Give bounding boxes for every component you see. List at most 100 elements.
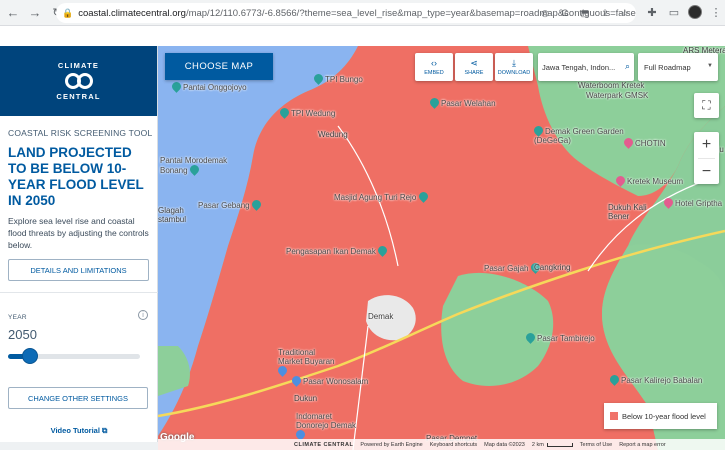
download-button[interactable]: ⤓ DOWNLOAD xyxy=(495,53,533,81)
place-demak-green-garden[interactable]: Demak Green Garden (DeGeGa) xyxy=(532,124,624,145)
external-link-icon: ⧉ xyxy=(102,426,108,435)
choose-map-button[interactable]: CHOOSE MAP xyxy=(165,53,273,80)
place-dukuh-kali-bener: Dukuh Kali Bener xyxy=(608,203,647,221)
zoom-in-button[interactable]: + xyxy=(694,132,719,158)
place-pantai-morodemak[interactable]: Pantai Morodemak Bonang xyxy=(160,156,250,176)
market-pin-icon xyxy=(276,364,289,377)
market-pin-icon xyxy=(608,373,621,386)
browser-toolbar: ← → ↻ 🔒 coastal.climatecentral.org/map/1… xyxy=(0,0,725,26)
tool-label: COASTAL RISK SCREENING TOOL xyxy=(8,128,153,138)
code-icon: ‹› xyxy=(431,58,437,68)
museum-pin-icon xyxy=(614,174,627,187)
profile-avatar[interactable] xyxy=(688,5,702,19)
powered-by: Powered by Earth Engine xyxy=(360,441,423,448)
description: Explore sea level rise and coastal flood… xyxy=(8,216,149,250)
scale-bar xyxy=(546,442,573,447)
place-hotel-griptha[interactable]: Hotel Griptha xyxy=(662,196,722,209)
year-label: YEAR xyxy=(8,314,27,321)
place-pasar-wonosalam[interactable]: Pasar Wonosalam xyxy=(290,374,368,387)
place-waterboom-kretek: Waterboom Kretek xyxy=(578,81,645,90)
details-limitations-button[interactable]: DETAILS AND LIMITATIONS xyxy=(8,259,149,281)
shop-pin-icon xyxy=(622,136,635,149)
market-pin-icon xyxy=(290,374,303,387)
keyboard-shortcuts-link[interactable]: Keyboard shortcuts xyxy=(430,442,477,448)
place-pasar-kalirejo[interactable]: Pasar Kalirejo Babalan xyxy=(608,373,702,386)
place-traditional-market[interactable]: Traditional Market Buyaran xyxy=(276,348,340,377)
climate-central-attribution[interactable]: CLIMATE CENTRAL xyxy=(294,442,353,448)
bookmark-star-icon[interactable]: ☆ xyxy=(618,6,632,20)
google-lens-icon[interactable]: ◎ xyxy=(538,6,552,20)
change-settings-button[interactable]: CHANGE OTHER SETTINGS xyxy=(8,387,148,409)
share-page-icon[interactable]: ⇪ xyxy=(598,6,612,20)
video-tutorial-link[interactable]: Video Tutorial ⧉ xyxy=(0,426,158,436)
beach-pin-icon xyxy=(187,163,201,176)
place-tpi-wedung[interactable]: TPI Wedung xyxy=(278,106,335,119)
map-attribution: CLIMATE CENTRAL Powered by Earth Engine … xyxy=(158,439,725,450)
market-pin-icon xyxy=(249,198,263,211)
lock-icon: 🔒 xyxy=(62,7,74,18)
more-menu-icon[interactable]: ⋮ xyxy=(708,4,724,20)
place-wedung: Wedung xyxy=(318,130,348,139)
year-slider-track[interactable] xyxy=(24,354,140,359)
market-pin-icon xyxy=(428,96,441,109)
scale-label: 2 km xyxy=(531,441,544,448)
place-indomaret[interactable]: Indomaret Donorejo Demak xyxy=(294,412,360,441)
sidebar-footer xyxy=(0,442,158,450)
page-title: LAND PROJECTED TO BE BELOW 10-YEAR FLOOD… xyxy=(8,145,144,208)
translate-icon[interactable]: G xyxy=(558,6,572,20)
back-icon[interactable]: ← xyxy=(4,4,22,22)
place-demak: Demak xyxy=(368,312,394,321)
shop-pin-icon xyxy=(376,244,389,257)
place-glagah: Glagah xyxy=(158,206,184,215)
terms-link[interactable]: Terms of Use xyxy=(580,442,612,448)
extensions-icon[interactable]: ✚ xyxy=(644,4,660,20)
report-error-link[interactable]: Report a map error xyxy=(619,442,665,448)
forward-icon[interactable]: → xyxy=(26,4,44,22)
legend-swatch xyxy=(610,412,618,420)
fullscreen-button[interactable]: ⛶ xyxy=(694,93,719,118)
market-pin-icon xyxy=(278,106,291,119)
legend: Below 10-year flood level xyxy=(604,403,717,429)
park-pin-icon xyxy=(532,124,545,137)
place-waterpark-gmsk: Waterpark GMSK xyxy=(586,91,649,100)
basemap-select[interactable]: Full Roadmap ▼ xyxy=(638,53,718,81)
address-bar[interactable]: 🔒 coastal.climatecentral.org/map/12/110.… xyxy=(56,3,636,23)
chevron-down-icon: ▼ xyxy=(707,63,713,69)
year-slider-handle[interactable] xyxy=(22,348,38,364)
embed-button[interactable]: ‹› EMBED xyxy=(415,53,453,81)
share-icon: ⋖ xyxy=(470,58,478,68)
location-search-input[interactable]: Jawa Tengah, Indon... ⌕ xyxy=(538,53,634,81)
map-data: Map data ©2023 xyxy=(484,441,525,448)
share-button[interactable]: ⋖ SHARE xyxy=(455,53,493,81)
place-cangkring: Cangkring xyxy=(534,263,571,272)
search-icon[interactable]: ⌕ xyxy=(625,61,630,72)
place-kretek-museum[interactable]: Kretek Museum xyxy=(614,174,683,187)
beach-pin-icon xyxy=(170,80,183,93)
legend-label: Below 10-year flood level xyxy=(622,411,706,421)
mosque-pin-icon xyxy=(416,190,430,203)
hotel-pin-icon xyxy=(662,196,675,209)
market-pin-icon xyxy=(312,72,325,85)
divider xyxy=(0,292,158,293)
place-pengasapan-ikan[interactable]: Pengasapan Ikan Demak xyxy=(286,244,389,257)
logo-rings-icon xyxy=(64,73,93,89)
info-icon[interactable]: i xyxy=(138,310,148,320)
edge-label-stambul: stambul xyxy=(158,215,187,224)
place-masjid-agung[interactable]: Masjid Agung Turi Rejo xyxy=(334,190,430,203)
place-pasar-welahan[interactable]: Pasar Welahan xyxy=(428,96,496,109)
zoom-out-button[interactable]: − xyxy=(694,159,719,185)
place-pasar-tambirejo[interactable]: Pasar Tambirejo xyxy=(524,331,595,344)
sidebar-panel-icon[interactable]: ▭ xyxy=(666,4,682,20)
market-pin-icon xyxy=(524,331,537,344)
install-icon[interactable]: ⬒ xyxy=(578,6,592,20)
fullscreen-icon: ⛶ xyxy=(702,98,711,112)
map-canvas[interactable]: TPI Bungo Pantai Onggojoyo TPI Wedung We… xyxy=(158,46,725,450)
place-pantai-onggojoyo[interactable]: Pantai Onggojoyo xyxy=(170,80,247,93)
place-chotin[interactable]: CHOTIN xyxy=(622,136,666,149)
place-dukun: Dukun xyxy=(294,394,318,403)
climate-central-logo[interactable]: CLIMATE CENTRAL xyxy=(0,46,157,116)
download-icon: ⤓ xyxy=(512,58,516,68)
place-pasar-gebang[interactable]: Pasar Gebang xyxy=(198,198,263,211)
place-tpi-bungo[interactable]: TPI Bungo xyxy=(312,72,363,85)
sidebar: CLIMATE CENTRAL COASTAL RISK SCREENING T… xyxy=(0,46,158,450)
